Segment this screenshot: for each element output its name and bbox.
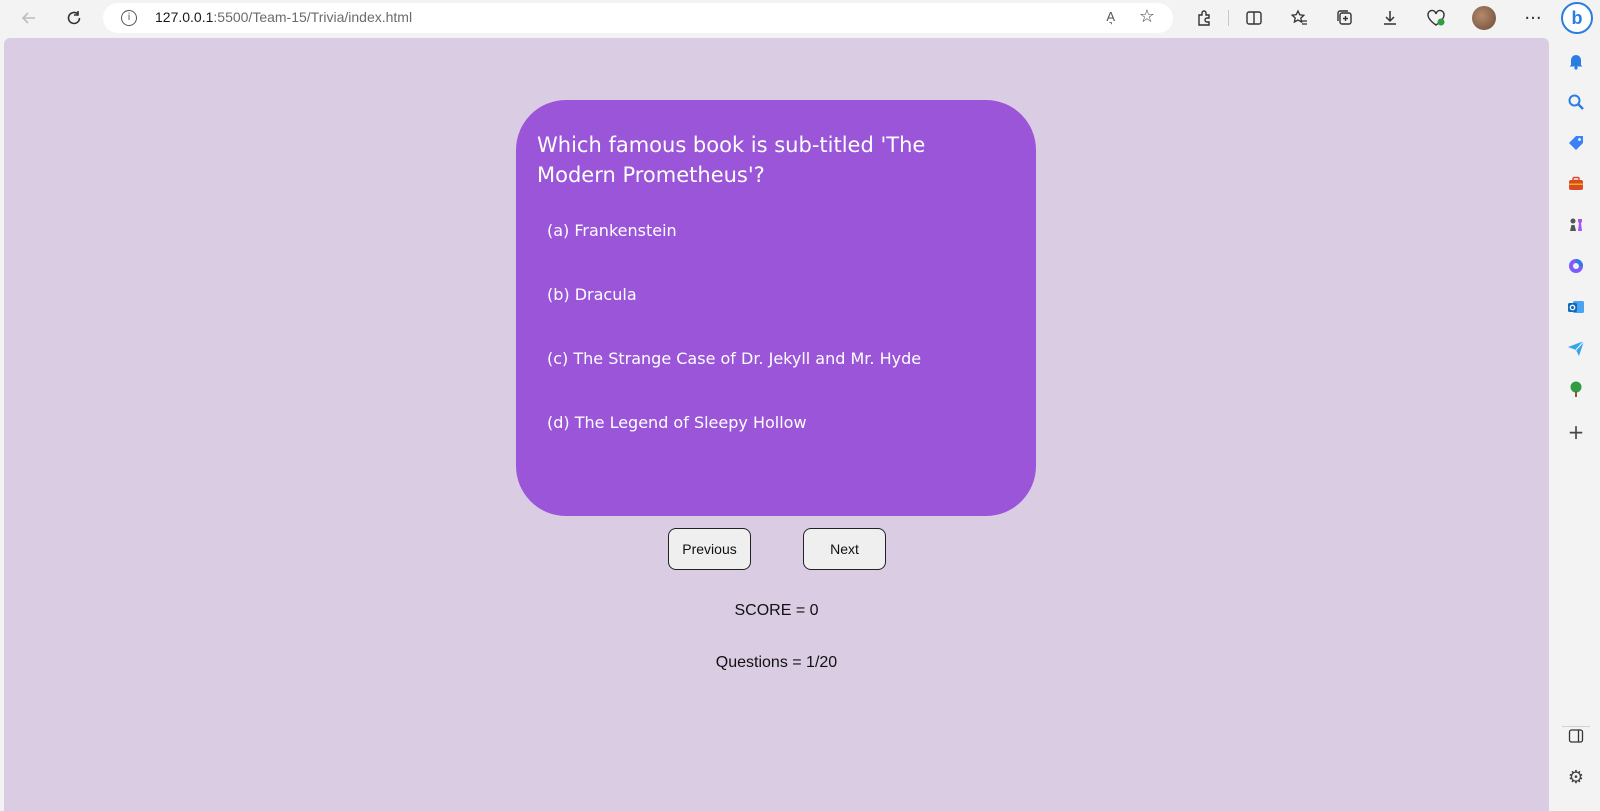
collections-icon[interactable] <box>1333 6 1357 30</box>
browser-essentials-icon[interactable] <box>1424 6 1448 30</box>
extensions-icon[interactable] <box>1192 6 1216 30</box>
url-host: 127.0.0.1 <box>155 9 214 25</box>
more-options-icon[interactable]: ··· <box>1521 6 1545 30</box>
downloads-icon[interactable] <box>1378 6 1402 30</box>
browser-toolbar: i 127.0.0.1:5500/Team-15/Trivia/index.ht… <box>0 0 1600 36</box>
split-screen-icon[interactable] <box>1242 6 1266 30</box>
option-c[interactable]: (c) The Strange Case of Dr. Jekyll and M… <box>547 349 921 368</box>
browser-sidebar: + ⚙ <box>1552 36 1600 811</box>
question-text: Which famous book is sub-titled 'The Mod… <box>537 133 926 187</box>
outlook-icon[interactable] <box>1564 295 1588 319</box>
tools-briefcase-icon[interactable] <box>1564 172 1588 196</box>
tree-icon[interactable] <box>1564 377 1588 401</box>
search-icon[interactable] <box>1564 90 1588 114</box>
profile-avatar[interactable] <box>1472 6 1496 30</box>
back-arrow-icon[interactable] <box>13 4 45 32</box>
games-chess-icon[interactable] <box>1564 213 1588 237</box>
hide-sidebar-icon[interactable] <box>1564 724 1588 748</box>
settings-gear-icon[interactable]: ⚙ <box>1564 765 1588 789</box>
option-a[interactable]: (a) Frankenstein <box>547 221 677 240</box>
next-button[interactable]: Next <box>803 528 886 570</box>
site-info-icon[interactable]: i <box>121 10 137 26</box>
previous-button[interactable]: Previous <box>668 528 751 570</box>
read-aloud-icon[interactable]: A͉ <box>1106 9 1115 24</box>
score-text: SCORE = 0 <box>734 602 819 619</box>
url-text[interactable]: 127.0.0.1:5500/Team-15/Trivia/index.html <box>155 9 412 25</box>
favorites-icon[interactable] <box>1287 6 1311 30</box>
shopping-tag-icon[interactable] <box>1564 131 1588 155</box>
option-b[interactable]: (b) Dracula <box>547 285 637 304</box>
address-bar[interactable]: i 127.0.0.1:5500/Team-15/Trivia/index.ht… <box>103 3 1173 33</box>
toolbar-divider <box>1228 10 1229 26</box>
send-paper-plane-icon[interactable] <box>1564 336 1588 360</box>
question-card: Which famous book is sub-titled 'The Mod… <box>516 100 1036 516</box>
add-plus-icon[interactable]: + <box>1564 420 1588 444</box>
refresh-icon[interactable] <box>58 4 90 32</box>
favorite-star-icon[interactable]: ☆ <box>1139 6 1155 27</box>
notifications-bell-icon[interactable] <box>1564 49 1588 73</box>
microsoft-365-icon[interactable] <box>1564 254 1588 278</box>
question-progress-text: Questions = 1/20 <box>715 654 838 671</box>
option-d[interactable]: (d) The Legend of Sleepy Hollow <box>547 413 807 432</box>
copilot-icon[interactable]: b <box>1561 2 1593 34</box>
url-path: :5500/Team-15/Trivia/index.html <box>213 9 413 25</box>
page-viewport: Which famous book is sub-titled 'The Mod… <box>4 38 1549 811</box>
